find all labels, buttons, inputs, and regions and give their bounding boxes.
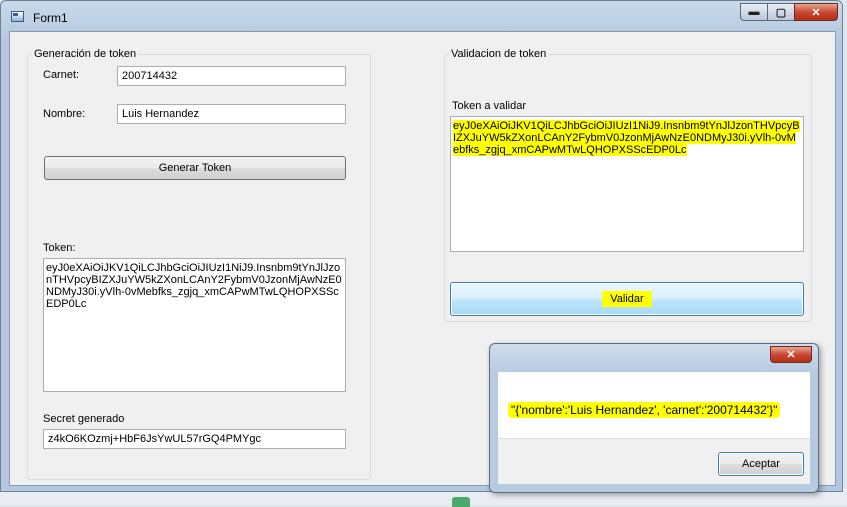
token-to-validate-text: eyJ0eXAiOiJKV1QiLCJhbGciOiJIUzI1NiJ9.Ins… [453, 120, 800, 156]
validate-button[interactable]: Validar [450, 282, 804, 316]
validate-button-label: Validar [602, 291, 652, 307]
generate-token-button[interactable]: Generar Token [44, 156, 346, 180]
dialog-body: "{'nombre':'Luis Hernandez', 'carnet':'2… [498, 372, 810, 438]
token-output-textarea[interactable]: eyJ0eXAiOiJKV1QiLCJhbGciOiJIUzI1NiJ9.Ins… [43, 258, 346, 392]
token-to-validate-label: Token a validar [452, 100, 526, 112]
token-to-validate-textarea[interactable]: eyJ0eXAiOiJKV1QiLCJhbGciOiJIUzI1NiJ9.Ins… [450, 116, 804, 252]
nombre-label: Nombre: [43, 108, 86, 120]
maximize-button[interactable]: ▢ [767, 3, 795, 21]
carnet-label: Carnet: [43, 69, 80, 81]
taskbar-app-icon [452, 497, 470, 507]
secret-input[interactable]: z4kO6KOzmj+HbF6JsYwUL57rGQ4PMYgc [43, 429, 346, 449]
dialog-footer: Aceptar [498, 438, 810, 484]
nombre-input[interactable]: Luis Hernandez [117, 104, 346, 124]
close-button[interactable]: ✕ [794, 3, 838, 21]
dialog-close-button[interactable]: ✕ [770, 346, 812, 363]
group-title: Validacion de token [449, 48, 549, 60]
message-dialog: ✕ "{'nombre':'Luis Hernandez', 'carnet':… [489, 343, 819, 493]
accept-button[interactable]: Aceptar [718, 452, 804, 476]
token-label: Token: [43, 242, 76, 254]
window-controls: ▬ ▢ ✕ [740, 3, 838, 21]
minimize-button[interactable]: ▬ [740, 3, 768, 21]
secret-label: Secret generado [43, 413, 125, 425]
app-icon[interactable] [11, 11, 24, 22]
window-title: Form1 [33, 11, 68, 25]
dialog-message: "{'nombre':'Luis Hernandez', 'carnet':'2… [508, 402, 781, 418]
carnet-input[interactable]: 200714432 [117, 66, 346, 86]
group-title: Generación de token [32, 48, 139, 60]
title-bar[interactable]: Form1 ▬ ▢ ✕ [1, 1, 842, 31]
